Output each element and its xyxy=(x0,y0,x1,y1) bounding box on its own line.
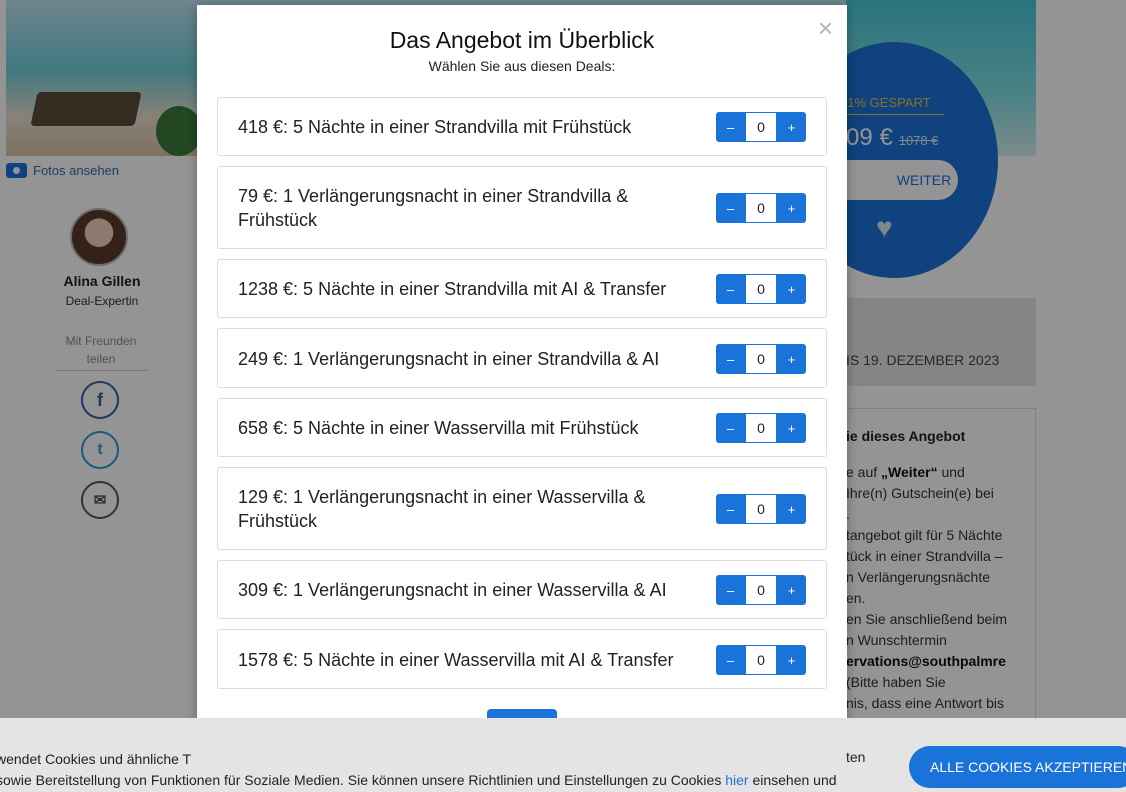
quantity-stepper: – + xyxy=(716,645,806,675)
modal-title: Das Angebot im Überblick xyxy=(389,27,655,53)
cookie-text: wendet Cookies und ähnliche T sowie Bere… xyxy=(0,749,886,791)
deal-row: 658 €: 5 Nächte in einer Wasservilla mit… xyxy=(217,398,827,457)
deal-label: 658 €: 5 Nächte in einer Wasservilla mit… xyxy=(238,418,639,438)
quantity-input[interactable] xyxy=(745,112,777,142)
deal-label: 309 €: 1 Verlängerungsnacht in einer Was… xyxy=(238,580,667,600)
quantity-input[interactable] xyxy=(745,575,777,605)
quantity-input[interactable] xyxy=(745,344,777,374)
quantity-stepper: – + xyxy=(716,112,806,142)
increment-button[interactable]: + xyxy=(777,274,806,304)
deal-selection-modal: × Das Angebot im Überblick Wählen Sie au… xyxy=(197,5,847,769)
decrement-button[interactable]: – xyxy=(716,193,745,223)
decrement-button[interactable]: – xyxy=(716,494,745,524)
deal-row: 418 €: 5 Nächte in einer Strandvilla mit… xyxy=(217,97,827,156)
quantity-input[interactable] xyxy=(745,645,777,675)
increment-button[interactable]: + xyxy=(777,344,806,374)
deal-label: 79 €: 1 Verlängerungsnacht in einer Stra… xyxy=(238,186,629,230)
increment-button[interactable]: + xyxy=(777,645,806,675)
decrement-button[interactable]: – xyxy=(716,575,745,605)
decrement-button[interactable]: – xyxy=(716,274,745,304)
deal-label: 129 €: 1 Verlängerungsnacht in einer Was… xyxy=(238,487,646,531)
increment-button[interactable]: + xyxy=(777,193,806,223)
decrement-button[interactable]: – xyxy=(716,112,745,142)
cookie-policy-link[interactable]: hier xyxy=(725,772,748,788)
deal-row: 1238 €: 5 Nächte in einer Strandvilla mi… xyxy=(217,259,827,318)
deal-label: 1578 €: 5 Nächte in einer Wasservilla mi… xyxy=(238,650,674,670)
quantity-stepper: – + xyxy=(716,413,806,443)
quantity-input[interactable] xyxy=(745,413,777,443)
quantity-stepper: – + xyxy=(716,193,806,223)
cookie-text-line: sowie Bereitstellung von Funktionen für … xyxy=(0,772,837,788)
deal-label: 249 €: 1 Verlängerungsnacht in einer Str… xyxy=(238,349,660,369)
cookie-text-fragment: ten xyxy=(846,749,866,765)
deal-row: 249 €: 1 Verlängerungsnacht in einer Str… xyxy=(217,328,827,388)
quantity-stepper: – + xyxy=(716,274,806,304)
quantity-input[interactable] xyxy=(745,193,777,223)
increment-button[interactable]: + xyxy=(777,112,806,142)
deal-row: 309 €: 1 Verlängerungsnacht in einer Was… xyxy=(217,560,827,619)
cookie-text-line: wendet Cookies und ähnliche T xyxy=(0,751,192,767)
accept-cookies-button[interactable]: ALLE COOKIES AKZEPTIEREN xyxy=(909,746,1126,788)
decrement-button[interactable]: – xyxy=(716,344,745,374)
deal-label: 1238 €: 5 Nächte in einer Strandvilla mi… xyxy=(238,279,667,299)
quantity-input[interactable] xyxy=(745,274,777,304)
increment-button[interactable]: + xyxy=(777,494,806,524)
deal-label: 418 €: 5 Nächte in einer Strandvilla mit… xyxy=(238,117,632,137)
deal-row: 1578 €: 5 Nächte in einer Wasservilla mi… xyxy=(217,629,827,689)
increment-button[interactable]: + xyxy=(777,575,806,605)
deal-row: 79 €: 1 Verlängerungsnacht in einer Stra… xyxy=(217,166,827,249)
quantity-input[interactable] xyxy=(745,494,777,524)
deal-row: 129 €: 1 Verlängerungsnacht in einer Was… xyxy=(217,467,827,550)
decrement-button[interactable]: – xyxy=(716,645,745,675)
decrement-button[interactable]: – xyxy=(716,413,745,443)
quantity-stepper: – + xyxy=(716,344,806,374)
quantity-stepper: – + xyxy=(716,575,806,605)
quantity-stepper: – + xyxy=(716,494,806,524)
increment-button[interactable]: + xyxy=(777,413,806,443)
modal-subtitle: Wählen Sie aus diesen Deals: xyxy=(428,58,616,74)
